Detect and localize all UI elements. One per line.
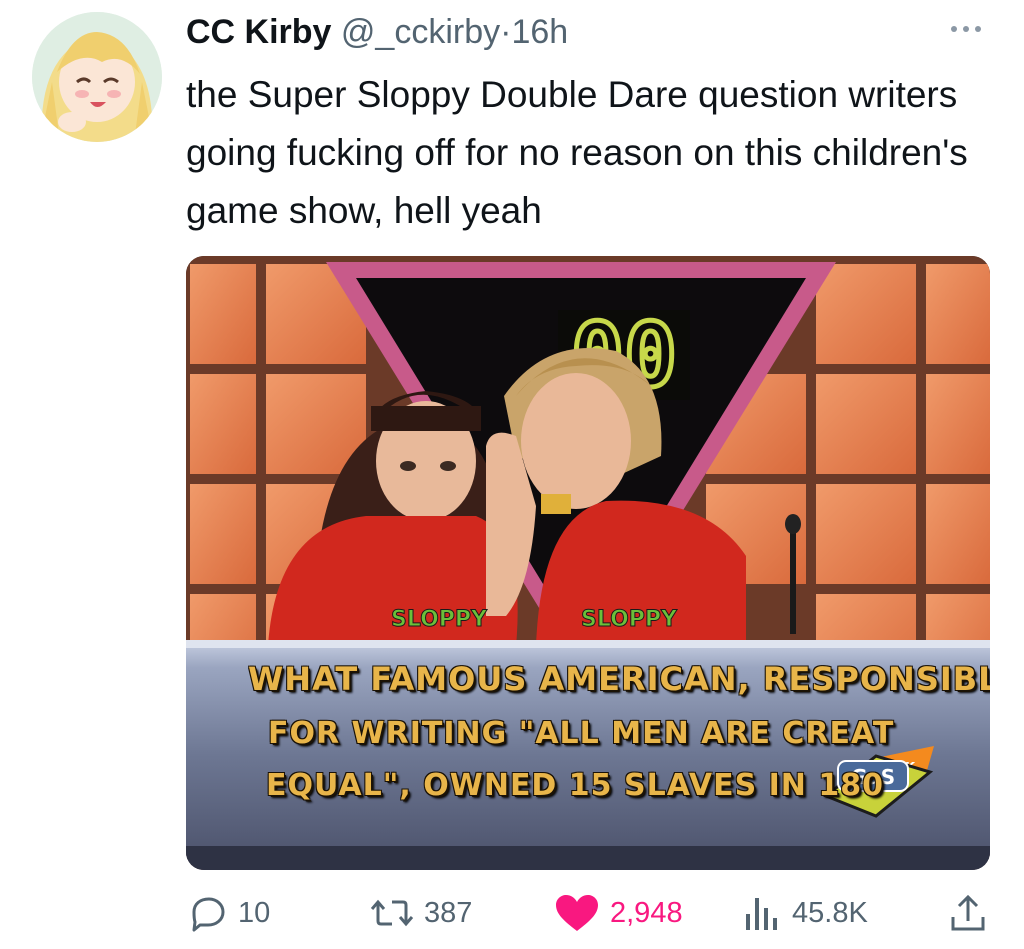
separator-dot: · — [500, 13, 512, 51]
author-display-name[interactable]: CC Kirby — [186, 13, 331, 51]
share-icon — [951, 894, 985, 931]
views-button[interactable]: 45.8K — [742, 893, 868, 933]
avatar[interactable] — [32, 12, 162, 142]
caption-line-3: EQUAL", OWNED 15 SLAVES IN 180 — [266, 768, 884, 803]
like-count: 2,948 — [610, 896, 683, 929]
reply-button[interactable]: 10 — [188, 893, 270, 933]
like-button[interactable]: 2,948 — [554, 893, 683, 933]
author-handle[interactable]: @_cckirby — [341, 13, 500, 51]
share-button[interactable] — [948, 893, 998, 933]
more-options-button[interactable] — [946, 14, 986, 44]
tweet-text: the Super Sloppy Double Dare question wr… — [186, 74, 968, 231]
repost-button[interactable]: 387 — [370, 893, 472, 933]
caption-line-1: WHAT FAMOUS AMERICAN, RESPONSIBLE — [248, 660, 990, 698]
repost-count: 387 — [424, 896, 473, 929]
views-icon — [746, 898, 777, 930]
caption-line-2: FOR WRITING "ALL MEN ARE CREAT — [268, 716, 895, 751]
like-icon — [556, 895, 598, 931]
tweet-media-image[interactable]: 00 SLOPPY SLOPPY NICK. GaS WHAT FAMOUS A… — [186, 256, 990, 870]
shirt-logo-left: SLOPPY — [391, 607, 488, 632]
avatar-anime-girl-image — [32, 12, 162, 142]
repost-icon — [370, 899, 414, 927]
tweet-actions: 10 387 2,948 45.8K — [186, 893, 990, 933]
reply-count: 10 — [238, 896, 271, 929]
shirt-logo-right: SLOPPY — [581, 607, 678, 632]
tweet-time[interactable]: 16h — [511, 13, 568, 51]
reply-icon — [192, 897, 225, 932]
tweet-header: CC Kirby @_cckirby·16h — [186, 10, 568, 54]
more-icon — [951, 26, 981, 32]
view-count: 45.8K — [792, 896, 868, 929]
